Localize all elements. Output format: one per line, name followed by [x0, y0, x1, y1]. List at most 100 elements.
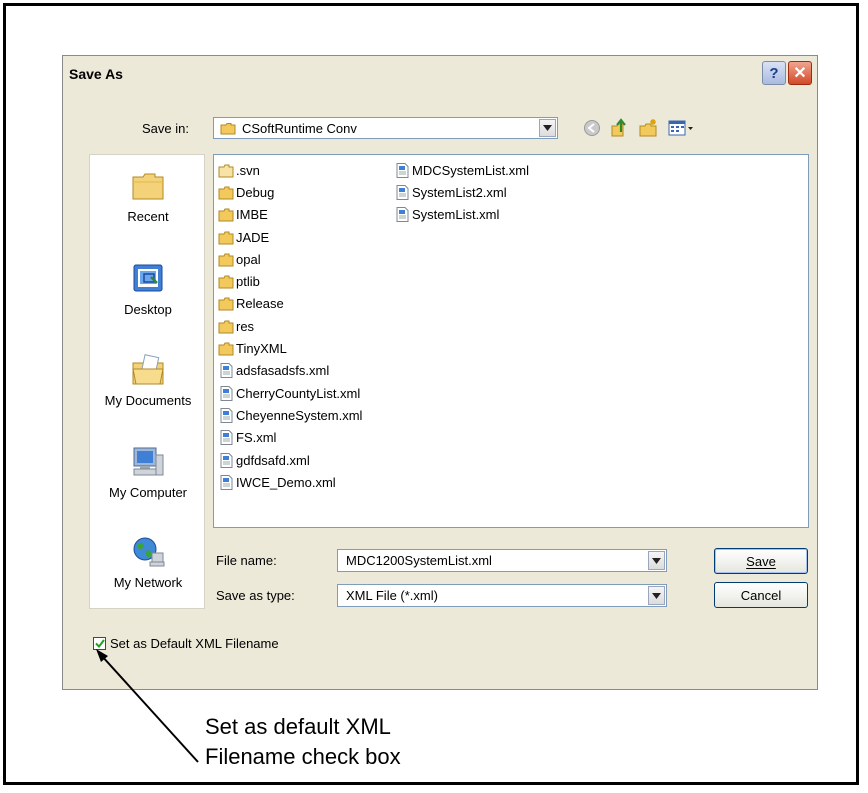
save-as-type-value: XML File (*.xml) — [346, 588, 438, 603]
file-name-value: MDC1200SystemList.xml — [346, 553, 492, 568]
file-list-item[interactable]: FS.xml — [218, 427, 362, 449]
file-list-item[interactable]: opal — [218, 248, 362, 270]
file-name: CheyenneSystem.xml — [236, 407, 363, 423]
file-list-item[interactable]: res — [218, 315, 362, 337]
file-name: IMBE — [236, 207, 268, 223]
file-column-1: .svn Debug IMBE JADE opal ptlib Release res Tiny… — [218, 159, 362, 493]
place-label: My Computer — [108, 485, 188, 500]
file-name: .svn — [236, 162, 260, 178]
file-list[interactable]: .svn Debug IMBE JADE opal ptlib Release res Tiny… — [213, 154, 809, 528]
folder-icon — [218, 208, 234, 222]
recent-folder-icon — [130, 169, 166, 203]
title-bar[interactable]: Save As ? ✕ — [63, 56, 817, 92]
xml-file-icon — [220, 474, 233, 490]
annotation-line-1: Set as default XML — [205, 714, 391, 739]
folder-icon — [218, 320, 234, 334]
xml-file-icon — [220, 407, 233, 423]
file-name: TinyXML — [236, 341, 287, 357]
file-name: ptlib — [236, 274, 260, 290]
folder-icon — [218, 164, 234, 178]
back-icon[interactable] — [583, 119, 601, 137]
help-button[interactable]: ? — [762, 61, 786, 85]
place-my-documents[interactable]: My Documents — [90, 353, 206, 408]
xml-file-icon — [396, 162, 409, 178]
file-list-item[interactable]: JADE — [218, 226, 362, 248]
file-name: SystemList2.xml — [412, 184, 507, 200]
place-label: Recent — [127, 209, 169, 224]
default-xml-checkbox[interactable] — [93, 637, 106, 650]
xml-file-icon — [220, 452, 233, 468]
place-recent[interactable]: Recent — [90, 169, 206, 224]
save-as-type-dropdown[interactable]: XML File (*.xml) — [337, 584, 667, 607]
chevron-down-icon[interactable] — [648, 586, 665, 605]
folder-icon — [218, 231, 234, 245]
file-list-item[interactable]: ptlib — [218, 270, 362, 292]
save-in-dropdown[interactable]: CSoftRuntime Conv — [213, 117, 558, 139]
cancel-button[interactable]: Cancel — [714, 582, 808, 608]
file-list-item[interactable]: .svn — [218, 159, 362, 181]
save-in-value: CSoftRuntime Conv — [242, 121, 357, 136]
file-list-item[interactable]: Debug — [218, 181, 362, 203]
file-name: gdfdsafd.xml — [236, 452, 310, 468]
file-list-item[interactable]: CherryCountyList.xml — [218, 382, 362, 404]
file-list-item[interactable]: CheyenneSystem.xml — [218, 404, 362, 426]
default-xml-checkbox-label[interactable]: Set as Default XML Filename — [110, 636, 279, 651]
file-list-item[interactable]: SystemList2.xml — [394, 181, 529, 203]
save-button[interactable]: Save — [714, 548, 808, 574]
file-list-item[interactable]: adsfasadsfs.xml — [218, 360, 362, 382]
folder-icon — [218, 253, 234, 267]
folder-icon — [218, 186, 234, 200]
file-name-input[interactable]: MDC1200SystemList.xml — [337, 549, 667, 572]
place-desktop[interactable]: Desktop — [90, 262, 206, 317]
places-bar: Recent Desktop My Documents My Computer … — [89, 154, 205, 609]
close-button[interactable]: ✕ — [788, 61, 812, 85]
file-list-item[interactable]: Release — [218, 293, 362, 315]
place-my-computer[interactable]: My Computer — [90, 445, 206, 500]
save-button-label: Save — [746, 553, 776, 569]
file-name: IWCE_Demo.xml — [236, 474, 336, 490]
new-folder-icon[interactable] — [638, 118, 658, 138]
file-name: FS.xml — [236, 430, 277, 446]
xml-file-icon — [220, 385, 233, 401]
file-name: opal — [236, 251, 261, 267]
file-name: MDCSystemList.xml — [412, 162, 530, 178]
chevron-down-icon[interactable] — [648, 551, 665, 570]
my-computer-icon — [130, 445, 166, 479]
file-list-item[interactable]: TinyXML — [218, 337, 362, 359]
place-label: Desktop — [124, 302, 172, 317]
folder-icon — [218, 342, 234, 356]
file-list-item[interactable]: IMBE — [218, 204, 362, 226]
file-list-item[interactable]: IWCE_Demo.xml — [218, 471, 362, 493]
folder-icon — [220, 122, 236, 135]
annotation-line-2: Filename check box — [205, 744, 401, 769]
file-name: Release — [236, 296, 284, 312]
save-in-label: Save in: — [142, 121, 189, 136]
file-list-item[interactable]: SystemList.xml — [394, 204, 529, 226]
file-name: CherryCountyList.xml — [236, 385, 361, 401]
file-name: res — [236, 318, 255, 334]
file-list-item[interactable]: MDCSystemList.xml — [394, 159, 529, 181]
folder-icon — [218, 275, 234, 289]
file-name: Debug — [236, 184, 275, 200]
checkmark-icon — [95, 639, 105, 648]
save-as-dialog: Save As ? ✕ Save in: CSoftRuntime Conv R… — [62, 55, 818, 690]
file-list-item[interactable]: gdfdsafd.xml — [218, 449, 362, 471]
close-icon: ✕ — [793, 65, 807, 82]
views-menu-icon[interactable] — [668, 118, 694, 138]
dialog-title: Save As — [69, 66, 123, 82]
my-documents-icon — [130, 353, 166, 387]
cancel-button-label: Cancel — [740, 587, 782, 603]
file-name-label: File name: — [216, 553, 277, 568]
chevron-down-icon[interactable] — [539, 119, 556, 137]
place-label: My Documents — [104, 393, 192, 408]
xml-file-icon — [396, 184, 409, 200]
help-icon: ? — [769, 64, 779, 82]
file-column-2: MDCSystemList.xml SystemList2.xml SystemLi… — [394, 159, 529, 226]
save-as-type-label: Save as type: — [216, 588, 295, 603]
file-name: adsfasadsfs.xml — [236, 363, 330, 379]
place-my-network[interactable]: My Network — [90, 535, 206, 590]
my-network-icon — [130, 535, 166, 569]
file-name: SystemList.xml — [412, 207, 500, 223]
up-folder-icon[interactable] — [609, 118, 629, 138]
folder-icon — [218, 297, 234, 311]
